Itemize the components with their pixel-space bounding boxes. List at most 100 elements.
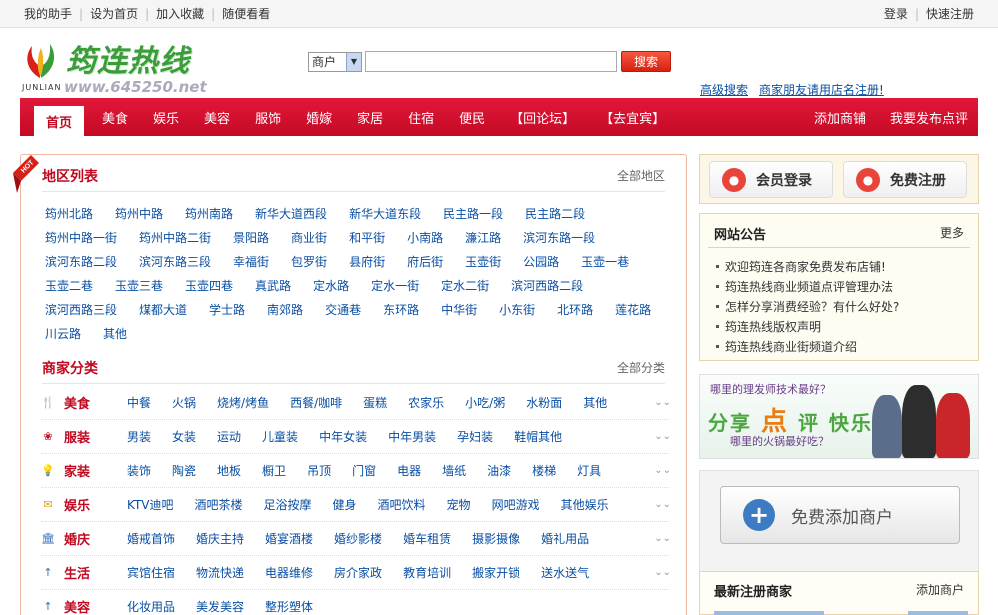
notice-item[interactable]: 筠连热线版权声明 bbox=[716, 316, 899, 336]
nav-item-wedding[interactable]: 婚嫁 bbox=[306, 108, 332, 127]
area-link[interactable]: 定水一街 bbox=[371, 277, 419, 294]
set-homepage-link[interactable]: 设为首页 bbox=[90, 5, 138, 22]
category-link[interactable]: 教育培训 bbox=[403, 564, 451, 581]
category-link[interactable]: 小吃/粥 bbox=[465, 394, 505, 411]
category-link[interactable]: 宠物 bbox=[447, 496, 471, 513]
area-link[interactable]: 民主路二段 bbox=[525, 205, 585, 222]
nav-item-beauty[interactable]: 美容 bbox=[204, 108, 230, 127]
nav-item-convenience[interactable]: 便民 bbox=[459, 108, 485, 127]
notice-more-link[interactable]: 更多 bbox=[940, 224, 964, 241]
category-link[interactable]: 摄影摄像 bbox=[472, 530, 520, 547]
area-link[interactable]: 玉壶二巷 bbox=[45, 277, 93, 294]
area-link[interactable]: 玉壶三巷 bbox=[115, 277, 163, 294]
area-link[interactable]: 交通巷 bbox=[325, 301, 361, 318]
area-link[interactable]: 小南路 bbox=[407, 229, 443, 246]
category-link[interactable]: 女装 bbox=[172, 428, 196, 445]
nav-item-home-furnishing[interactable]: 家居 bbox=[357, 108, 383, 127]
area-link[interactable]: 莲花路 bbox=[615, 301, 651, 318]
category-link[interactable]: 婚礼用品 bbox=[541, 530, 589, 547]
category-link[interactable]: 婚宴酒楼 bbox=[265, 530, 313, 547]
area-link[interactable]: 玉壶街 bbox=[465, 253, 501, 270]
category-link[interactable]: 电器维修 bbox=[265, 564, 313, 581]
category-link[interactable]: 送水送气 bbox=[541, 564, 589, 581]
random-browse-link[interactable]: 随便看看 bbox=[222, 5, 270, 22]
category-link[interactable]: 搬家开锁 bbox=[472, 564, 520, 581]
category-link[interactable]: 婚戒首饰 bbox=[127, 530, 175, 547]
category-link[interactable]: 整形塑体 bbox=[265, 598, 313, 615]
my-assistant-link[interactable]: 我的助手 bbox=[24, 5, 72, 22]
all-categories-link[interactable]: 全部分类 bbox=[617, 359, 665, 376]
login-link[interactable]: 登录 bbox=[884, 5, 908, 22]
area-link[interactable]: 北环路 bbox=[557, 301, 593, 318]
category-link[interactable]: 农家乐 bbox=[408, 394, 444, 411]
category-link[interactable]: 鞋帽其他 bbox=[514, 428, 562, 445]
area-link[interactable]: 滨河西路三段 bbox=[45, 301, 117, 318]
area-link[interactable]: 民主路一段 bbox=[443, 205, 503, 222]
notice-item[interactable]: 筠连热线商业街频道介绍 bbox=[716, 336, 899, 356]
area-link[interactable]: 其他 bbox=[103, 325, 127, 342]
area-link[interactable]: 县府街 bbox=[349, 253, 385, 270]
area-link[interactable]: 定水二街 bbox=[441, 277, 489, 294]
nav-item-food[interactable]: 美食 bbox=[102, 108, 128, 127]
area-link[interactable]: 筠州中路 bbox=[115, 205, 163, 222]
category-name[interactable]: 美容 bbox=[64, 597, 127, 615]
expand-chevron-icon[interactable]: ⌄⌄ bbox=[654, 533, 671, 544]
category-link[interactable]: 西餐/咖啡 bbox=[290, 394, 342, 411]
area-link[interactable]: 定水路 bbox=[313, 277, 349, 294]
category-link[interactable]: KTV迪吧 bbox=[127, 496, 173, 513]
category-link[interactable]: 宾馆住宿 bbox=[127, 564, 175, 581]
area-link[interactable]: 滨河东路三段 bbox=[139, 253, 211, 270]
category-link[interactable]: 美发美容 bbox=[196, 598, 244, 615]
quick-register-link[interactable]: 快速注册 bbox=[926, 5, 974, 22]
area-link[interactable]: 南郊路 bbox=[267, 301, 303, 318]
category-link[interactable]: 楼梯 bbox=[532, 462, 556, 479]
category-name[interactable]: 服装 bbox=[64, 427, 127, 446]
area-link[interactable]: 公园路 bbox=[523, 253, 559, 270]
area-link[interactable]: 学士路 bbox=[209, 301, 245, 318]
area-link[interactable]: 小东街 bbox=[499, 301, 535, 318]
category-link[interactable]: 化妆用品 bbox=[127, 598, 175, 615]
area-link[interactable]: 筠州中路二街 bbox=[139, 229, 211, 246]
area-link[interactable]: 筠州北路 bbox=[45, 205, 93, 222]
notice-item[interactable]: 筠连热线商业频道点评管理办法 bbox=[716, 276, 899, 296]
category-link[interactable]: 儿童装 bbox=[262, 428, 298, 445]
notice-item[interactable]: 欢迎筠连各商家免费发布店铺! bbox=[716, 256, 899, 276]
chevron-down-icon[interactable]: ▼ bbox=[346, 52, 361, 71]
category-name[interactable]: 娱乐 bbox=[64, 495, 127, 514]
category-link[interactable]: 婚车租赁 bbox=[403, 530, 451, 547]
expand-chevron-icon[interactable]: ⌄⌄ bbox=[654, 431, 671, 442]
category-link[interactable]: 孕妇装 bbox=[457, 428, 493, 445]
category-link[interactable]: 房介家政 bbox=[334, 564, 382, 581]
area-link[interactable]: 筠州南路 bbox=[185, 205, 233, 222]
area-link[interactable]: 濂江路 bbox=[465, 229, 501, 246]
search-input[interactable] bbox=[365, 51, 617, 72]
category-link[interactable]: 健身 bbox=[333, 496, 357, 513]
area-link[interactable]: 滨河东路一段 bbox=[523, 229, 595, 246]
area-link[interactable]: 商业街 bbox=[291, 229, 327, 246]
category-name[interactable]: 美食 bbox=[64, 393, 127, 412]
area-link[interactable]: 幸福街 bbox=[233, 253, 269, 270]
area-link[interactable]: 新华大道东段 bbox=[349, 205, 421, 222]
all-areas-link[interactable]: 全部地区 bbox=[617, 167, 665, 184]
category-link[interactable]: 酒吧饮料 bbox=[378, 496, 426, 513]
area-link[interactable]: 真武路 bbox=[255, 277, 291, 294]
category-link[interactable]: 陶瓷 bbox=[172, 462, 196, 479]
category-name[interactable]: 生活 bbox=[64, 563, 127, 582]
area-link[interactable]: 滨河西路二段 bbox=[511, 277, 583, 294]
category-link[interactable]: 蛋糕 bbox=[363, 394, 387, 411]
area-link[interactable]: 筠州中路一街 bbox=[45, 229, 117, 246]
category-link[interactable]: 中餐 bbox=[127, 394, 151, 411]
category-link[interactable]: 烧烤/烤鱼 bbox=[217, 394, 269, 411]
area-link[interactable]: 玉壶四巷 bbox=[185, 277, 233, 294]
category-link[interactable]: 灯具 bbox=[577, 462, 601, 479]
category-link[interactable]: 地板 bbox=[217, 462, 241, 479]
nav-item-home[interactable]: 首页 bbox=[34, 106, 85, 136]
search-button[interactable]: 搜索 bbox=[621, 51, 671, 72]
post-review-nav-link[interactable]: 我要发布点评 bbox=[890, 108, 968, 127]
category-link[interactable]: 其他娱乐 bbox=[561, 496, 609, 513]
add-favorite-link[interactable]: 加入收藏 bbox=[156, 5, 204, 22]
area-link[interactable]: 包罗街 bbox=[291, 253, 327, 270]
category-name[interactable]: 家装 bbox=[64, 461, 127, 480]
category-link[interactable]: 橱卫 bbox=[262, 462, 286, 479]
category-name[interactable]: 婚庆 bbox=[64, 529, 127, 548]
